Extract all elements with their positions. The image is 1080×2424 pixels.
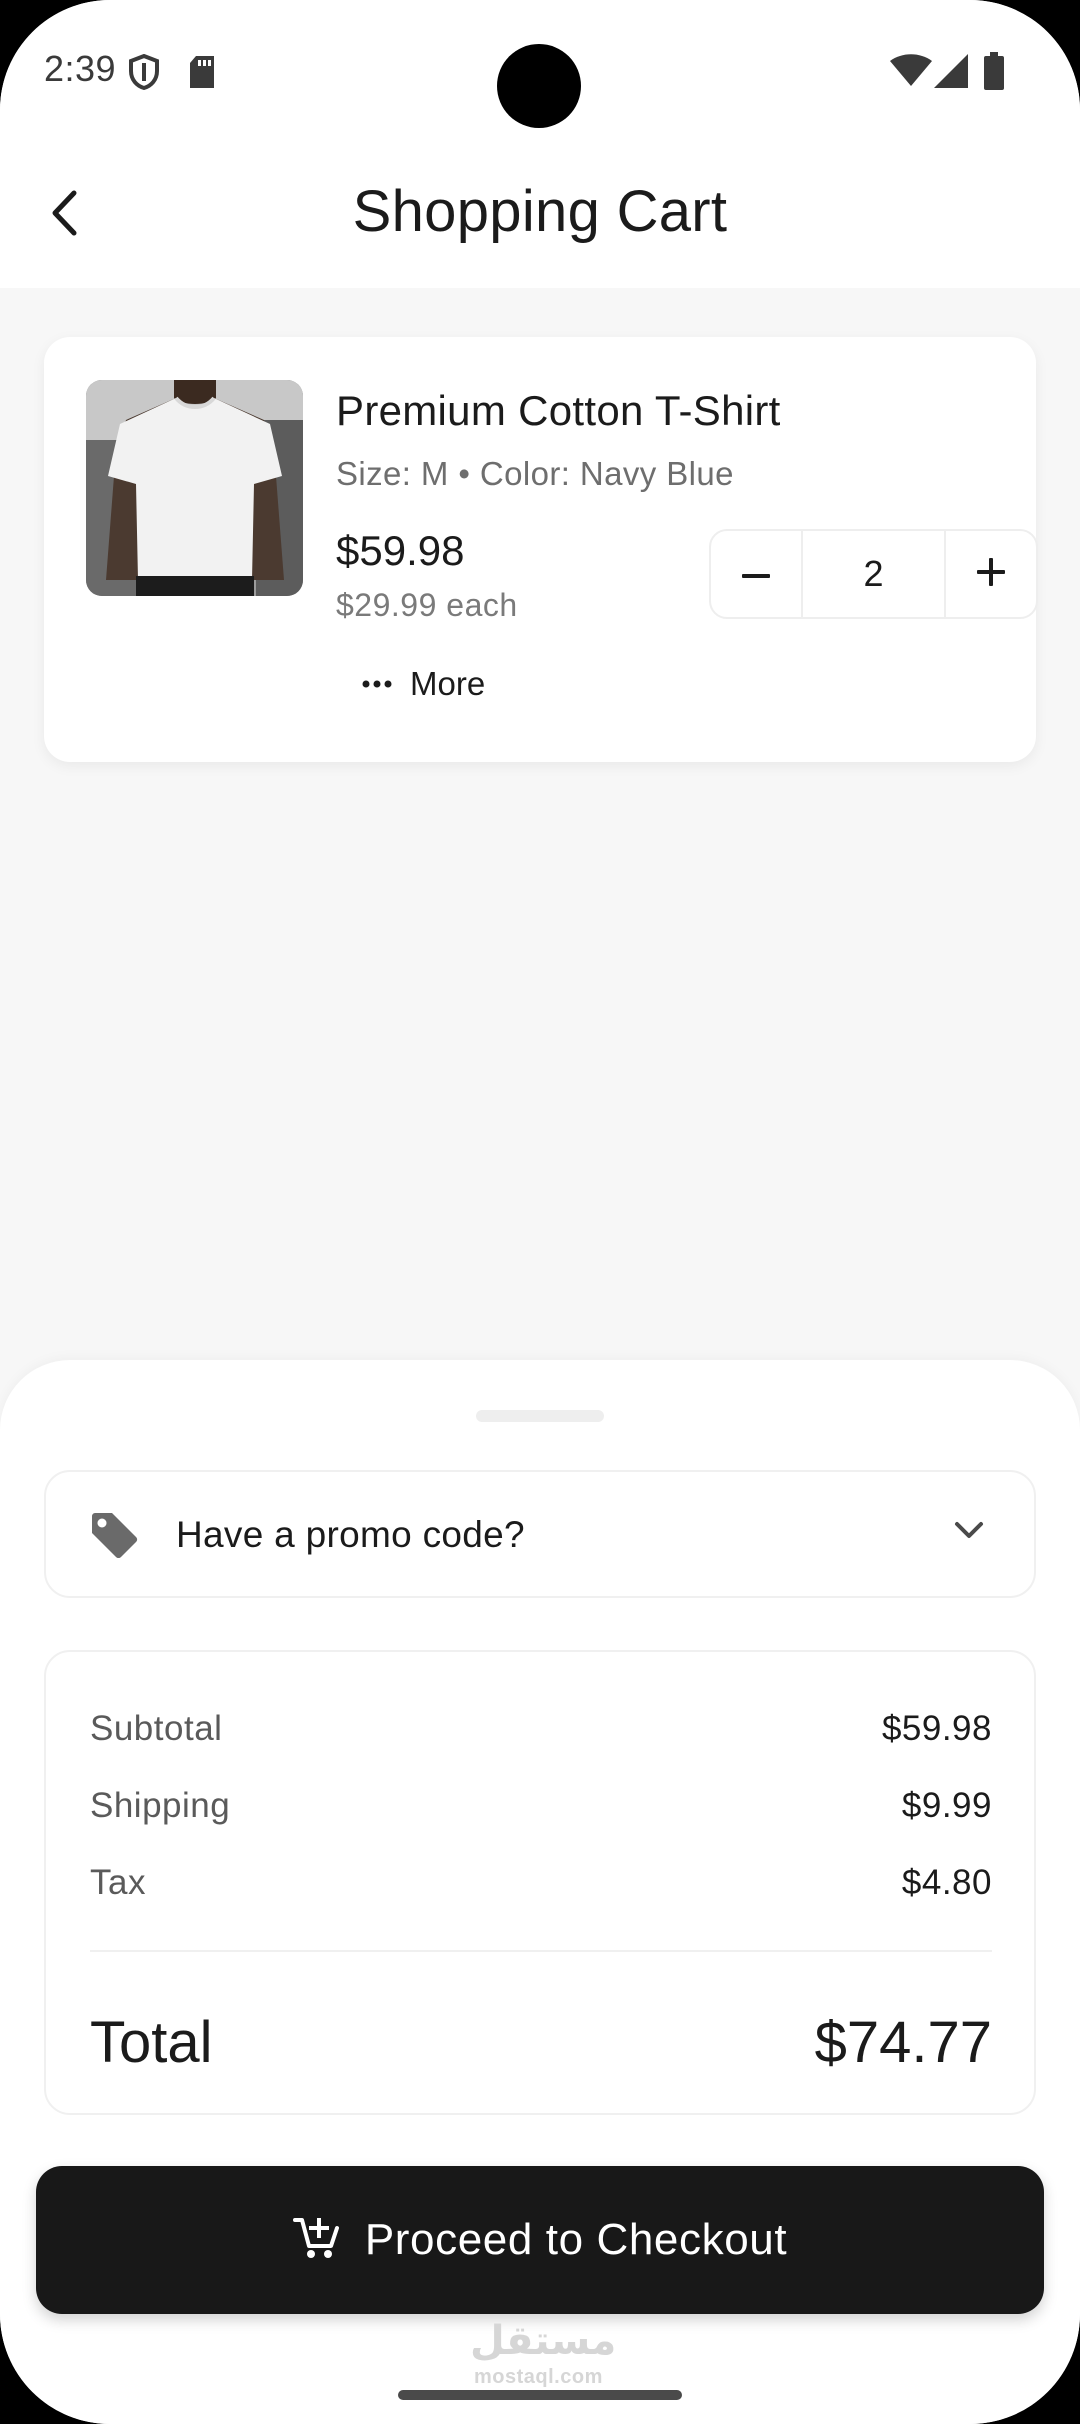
sd-card-icon [188, 56, 216, 93]
chevron-down-icon [954, 1520, 984, 1545]
decrease-quantity-button[interactable] [711, 531, 801, 617]
total-value: $74.77 [814, 2009, 992, 2075]
promo-label: Have a promo code? [176, 1514, 525, 1555]
increase-quantity-button[interactable] [946, 531, 1036, 617]
checkout-bottom-sheet: Have a promo code? Subtotal $59.98 Shipp… [0, 1360, 1080, 2424]
product-name[interactable]: Premium Cotton T-Shirt [336, 387, 781, 435]
cellular-signal-icon [934, 54, 968, 93]
order-summary: Subtotal $59.98 Shipping $9.99 Tax $4.80… [44, 1650, 1036, 2115]
tax-value: $4.80 [901, 1863, 992, 1902]
summary-divider [90, 1950, 992, 1952]
app-header: 2:39 Shopping Cart [0, 0, 1080, 288]
device-screen: 2:39 Shopping Cart Premium Cotton T-Shir… [0, 0, 1080, 2424]
total-row: Total $74.77 [90, 2002, 992, 2082]
quantity-value[interactable]: 2 [801, 531, 946, 617]
tax-label: Tax [90, 1863, 146, 1902]
product-variant: Size: M • Color: Navy Blue [336, 455, 734, 492]
shipping-row: Shipping $9.99 [90, 1781, 992, 1831]
product-image[interactable] [86, 380, 303, 596]
wifi-icon [890, 54, 932, 91]
more-options-button[interactable]: More [362, 659, 485, 709]
page-title: Shopping Cart [352, 179, 728, 244]
watermark-url: mostaql.com [474, 2366, 603, 2388]
status-time: 2:39 [44, 48, 117, 89]
subtotal-row: Subtotal $59.98 [90, 1704, 992, 1754]
proceed-to-checkout-button[interactable]: Proceed to Checkout [36, 2166, 1044, 2314]
battery-icon [984, 52, 1004, 95]
shipping-value: $9.99 [901, 1786, 992, 1825]
total-label: Total [90, 2009, 213, 2075]
home-indicator[interactable] [398, 2390, 682, 2400]
drag-handle[interactable] [476, 1410, 604, 1422]
line-price: $59.98 [336, 527, 465, 574]
status-bar: 2:39 [0, 0, 1080, 140]
unit-price: $29.99 each [336, 587, 518, 623]
tag-icon [90, 1512, 138, 1563]
watermark-logo: مستقل [470, 2319, 617, 2363]
front-camera [497, 44, 581, 128]
plus-icon [977, 557, 1005, 591]
shield-icon [128, 53, 160, 95]
tax-row: Tax $4.80 [90, 1858, 992, 1908]
cart-add-icon [292, 2216, 339, 2265]
subtotal-label: Subtotal [90, 1709, 223, 1748]
quantity-stepper: 2 [709, 529, 1038, 619]
more-label: More [410, 665, 486, 702]
minus-icon [742, 565, 770, 583]
cart-item-card: Premium Cotton T-Shirt Size: M • Color: … [44, 337, 1038, 762]
more-horizontal-icon [362, 675, 392, 693]
subtotal-value: $59.98 [881, 1709, 992, 1748]
checkout-label: Proceed to Checkout [364, 2215, 788, 2264]
promo-code-toggle[interactable]: Have a promo code? [44, 1470, 1036, 1598]
shipping-label: Shipping [90, 1786, 231, 1825]
